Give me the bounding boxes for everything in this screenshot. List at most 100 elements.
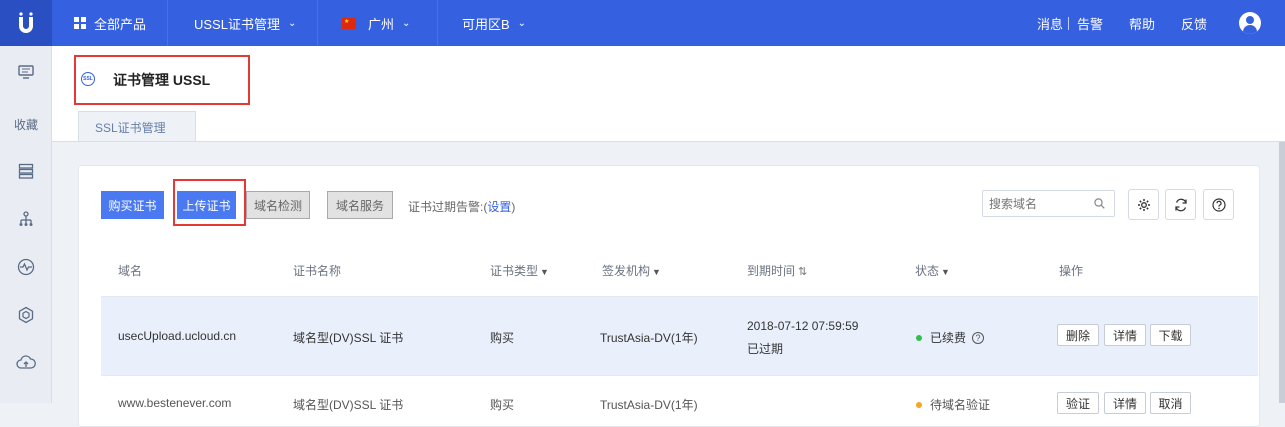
download-label: 下载 bbox=[1158, 328, 1183, 343]
pulse-icon bbox=[17, 258, 35, 276]
zone-label: 可用区B bbox=[462, 16, 510, 32]
all-products-menu[interactable]: 全部产品 bbox=[52, 0, 168, 46]
cell-cert-name: 域名型(DV)SSL 证书 bbox=[293, 398, 404, 412]
chevron-down-icon: ⌄ bbox=[402, 17, 411, 29]
help-label: 帮助 bbox=[1129, 16, 1156, 32]
tab-ssl-cert-management[interactable]: SSL证书管理 bbox=[78, 111, 196, 142]
monitor-icon bbox=[18, 65, 34, 79]
domain-check-label: 域名检测 bbox=[253, 198, 302, 213]
cell-issuer: TrustAsia-DV(1年) bbox=[600, 331, 698, 345]
list-stack-icon bbox=[18, 163, 34, 179]
all-products-label: 全部产品 bbox=[94, 16, 147, 32]
col-status[interactable]: 状态 ▼ bbox=[915, 262, 950, 279]
china-flag-icon: ★ bbox=[342, 17, 356, 29]
chevron-down-icon: ⌄ bbox=[517, 17, 527, 29]
sort-icon[interactable]: ⇅ bbox=[798, 266, 807, 278]
divider bbox=[1068, 17, 1069, 30]
expiry-alert-suffix: ) bbox=[511, 200, 516, 214]
gear-icon bbox=[1137, 198, 1150, 211]
feedback-label: 反馈 bbox=[1181, 16, 1208, 32]
zone-menu[interactable]: 可用区B ⌄ bbox=[438, 0, 550, 46]
ssl-icon: SSL bbox=[81, 72, 95, 86]
col-issuer[interactable]: 签发机构 ▼ bbox=[602, 262, 661, 279]
question-circle-icon[interactable]: ? bbox=[972, 331, 985, 344]
delete-button[interactable]: 删除 bbox=[1057, 324, 1099, 346]
tab-divider bbox=[52, 141, 1285, 142]
cell-domain: usecUpload.ucloud.cn bbox=[118, 329, 237, 343]
buy-cert-label: 购买证书 bbox=[108, 198, 157, 213]
buy-cert-button[interactable]: 购买证书 bbox=[101, 191, 164, 219]
domain-check-button[interactable]: 域名检测 bbox=[246, 191, 310, 219]
col-cert-type[interactable]: 证书类型 ▼ bbox=[490, 262, 549, 279]
refresh-icon bbox=[1174, 198, 1187, 211]
col-expire-label: 到期时间 bbox=[747, 264, 796, 278]
status-dot-icon bbox=[916, 401, 922, 408]
refresh-button[interactable] bbox=[1165, 189, 1196, 220]
cell-status: 已续费 ? bbox=[916, 329, 985, 346]
col-domain: 域名 bbox=[118, 264, 143, 278]
grid-icon bbox=[74, 17, 86, 29]
hexagon-icon bbox=[18, 306, 34, 324]
details-button[interactable]: 详情 bbox=[1104, 324, 1146, 346]
cell-domain: www.bestenever.com bbox=[118, 396, 232, 410]
status-dot-icon bbox=[916, 334, 922, 341]
upload-highlight-box bbox=[173, 179, 246, 226]
messages-label: 消息 bbox=[1037, 16, 1064, 32]
verify-button[interactable]: 验证 bbox=[1057, 392, 1099, 414]
filter-icon[interactable]: ▼ bbox=[540, 267, 549, 277]
filter-icon[interactable]: ▼ bbox=[652, 267, 661, 277]
search-input[interactable] bbox=[989, 195, 1089, 212]
help-link[interactable]: 帮助 bbox=[1129, 0, 1155, 46]
logo[interactable] bbox=[0, 0, 52, 46]
expiry-alert-label: 证书过期告警:( bbox=[408, 200, 488, 214]
sidebar-favorites-label: 收藏 bbox=[13, 117, 38, 132]
cell-cert-name: 域名型(DV)SSL 证书 bbox=[293, 331, 404, 345]
cell-status: 待域名验证 bbox=[916, 396, 990, 413]
cancel-button[interactable]: 取消 bbox=[1150, 392, 1191, 414]
messages-link[interactable]: 消息 bbox=[1037, 0, 1063, 46]
col-expire[interactable]: 到期时间 ⇅ bbox=[747, 262, 807, 279]
scrollbar[interactable] bbox=[1279, 142, 1285, 403]
cell-cert-type: 购买 bbox=[490, 331, 515, 345]
filter-icon[interactable]: ▼ bbox=[941, 267, 950, 277]
domain-service-button[interactable]: 域名服务 bbox=[327, 191, 393, 219]
sidebar-item-cloud[interactable] bbox=[0, 348, 52, 378]
download-button[interactable]: 下载 bbox=[1150, 324, 1191, 346]
region-label: 广州 bbox=[368, 16, 395, 32]
col-status-label: 状态 bbox=[915, 264, 940, 278]
sidebar-item-monitor[interactable] bbox=[0, 252, 52, 282]
cell-issuer: TrustAsia-DV(1年) bbox=[600, 398, 698, 412]
sidebar-item-console[interactable] bbox=[0, 57, 52, 87]
product-label: USSL证书管理 bbox=[194, 16, 280, 32]
expiry-alert-settings-link[interactable]: 设置 bbox=[487, 200, 511, 214]
network-tree-icon bbox=[19, 211, 33, 226]
cancel-label: 取消 bbox=[1158, 396, 1183, 411]
help-button[interactable] bbox=[1203, 189, 1234, 220]
tab-label: SSL证书管理 bbox=[95, 120, 166, 135]
details-button[interactable]: 详情 bbox=[1104, 392, 1146, 414]
user-avatar-icon[interactable] bbox=[1239, 12, 1261, 34]
domain-service-label: 域名服务 bbox=[335, 198, 384, 213]
top-nav: 全部产品 USSL证书管理 ⌄ ★ 广州 ⌄ 可用区B ⌄ 消息 告警 帮助 反… bbox=[0, 0, 1285, 46]
product-menu[interactable]: USSL证书管理 ⌄ bbox=[168, 0, 318, 46]
page-title-highlight: SSL 证书管理 USSL bbox=[74, 55, 250, 105]
region-menu[interactable]: ★ 广州 ⌄ bbox=[318, 0, 438, 46]
sidebar-item-network[interactable] bbox=[0, 204, 52, 234]
sidebar-item-favorites[interactable]: 收藏 bbox=[0, 109, 52, 139]
status-label: 已续费 bbox=[930, 331, 967, 345]
chevron-down-icon: ⌄ bbox=[287, 17, 297, 29]
cell-expire-note: 已过期 bbox=[747, 342, 784, 356]
sidebar-item-storage[interactable] bbox=[0, 156, 52, 186]
logo-icon bbox=[19, 12, 33, 33]
search-icon[interactable] bbox=[1094, 198, 1105, 209]
settings-button[interactable] bbox=[1128, 189, 1159, 220]
search-box bbox=[982, 190, 1115, 217]
alerts-link[interactable]: 告警 bbox=[1077, 0, 1103, 46]
status-label: 待域名验证 bbox=[930, 398, 991, 412]
col-ops: 操作 bbox=[1059, 264, 1084, 278]
col-cert-name: 证书名称 bbox=[293, 264, 342, 278]
row-divider bbox=[101, 375, 1258, 376]
sidebar-item-security[interactable] bbox=[0, 300, 52, 330]
feedback-link[interactable]: 反馈 bbox=[1181, 0, 1207, 46]
page-title: 证书管理 USSL bbox=[113, 72, 211, 88]
